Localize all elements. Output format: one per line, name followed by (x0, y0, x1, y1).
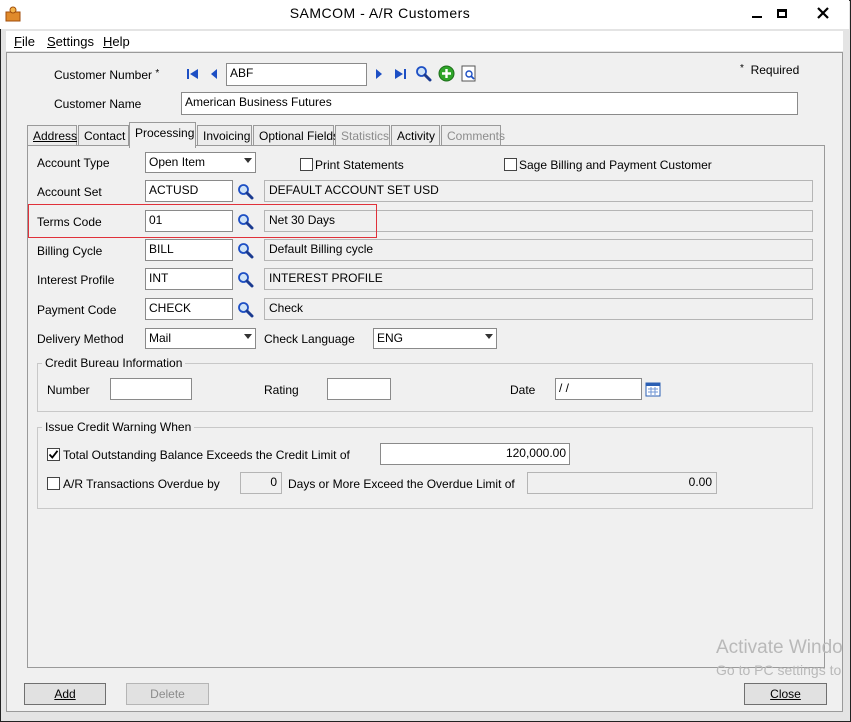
terms-code-highlight (28, 204, 377, 238)
next-record-button[interactable] (370, 65, 388, 83)
customer-finder-button[interactable] (414, 64, 432, 82)
tab-optional-fields[interactable]: Optional Fields (253, 125, 339, 147)
interest-profile-label: Interest Profile (37, 273, 115, 287)
tab-invoicing[interactable]: Invoicing (197, 125, 252, 147)
first-record-button[interactable] (184, 65, 202, 83)
search-icon (415, 65, 431, 81)
billing-cycle-description: Default Billing cycle (264, 239, 813, 261)
account-type-select[interactable]: Open Item (145, 152, 256, 173)
customer-name-label: Customer Name (54, 97, 142, 111)
delivery-method-label: Delivery Method (37, 332, 124, 346)
overdue-label: A/R Transactions Overdue by (63, 477, 220, 491)
credit-warning-title: Issue Credit Warning When (42, 420, 195, 434)
menu-help[interactable]: Help (103, 34, 130, 49)
bureau-number-input[interactable] (110, 378, 192, 400)
maximize-icon (777, 8, 787, 18)
bureau-date-label: Date (510, 383, 536, 397)
bureau-date-input[interactable]: / / (555, 378, 642, 400)
zoom-button[interactable] (460, 64, 478, 82)
print-statements-checkbox[interactable] (300, 158, 313, 171)
close-icon (817, 7, 829, 19)
account-set-description: DEFAULT ACCOUNT SET USD (264, 180, 813, 202)
sage-billing-label: Sage Billing and Payment Customer (519, 158, 712, 172)
previous-icon (211, 69, 217, 79)
sage-billing-checkbox[interactable] (504, 158, 517, 171)
check-language-select[interactable]: ENG (373, 328, 497, 349)
previous-record-button[interactable] (205, 65, 223, 83)
add-button[interactable]: Add (24, 683, 106, 705)
next-icon (376, 69, 382, 79)
calendar-button[interactable] (645, 381, 661, 400)
menu-bar (6, 31, 843, 51)
account-set-finder[interactable] (236, 182, 254, 200)
search-icon (237, 242, 253, 258)
overdue-days-label: Days or More Exceed the Overdue Limit of (288, 477, 515, 491)
account-set-input[interactable]: ACTUSD (145, 180, 233, 202)
tab-processing[interactable]: Processing (129, 122, 196, 148)
tab-activity[interactable]: Activity (391, 125, 440, 147)
credit-limit-input[interactable]: 120,000.00 (380, 443, 570, 465)
credit-warning-group (37, 427, 813, 509)
billing-cycle-finder[interactable] (236, 241, 254, 259)
calendar-icon (645, 382, 661, 397)
payment-code-description: Check (264, 298, 813, 320)
menu-settings[interactable]: Settings (47, 34, 94, 49)
tab-statistics: Statistics (335, 125, 390, 147)
menu-file[interactable]: File (14, 34, 35, 49)
required-note: * Required (740, 63, 800, 77)
delete-button: Delete (126, 683, 209, 705)
close-window-button[interactable] (808, 2, 838, 24)
add-icon (438, 65, 454, 81)
billing-cycle-input[interactable]: BILL (145, 239, 233, 261)
delivery-method-select[interactable]: Mail (145, 328, 256, 349)
payment-code-finder[interactable] (236, 300, 254, 318)
interest-profile-input[interactable]: INT (145, 268, 233, 290)
overdue-checkbox[interactable] (47, 477, 60, 490)
minimize-icon (752, 16, 762, 18)
overdue-days-input: 0 (240, 472, 282, 494)
last-record-button[interactable] (391, 65, 409, 83)
bureau-rating-input[interactable] (327, 378, 391, 400)
account-type-label: Account Type (37, 156, 110, 170)
credit-bureau-title: Credit Bureau Information (42, 356, 186, 370)
bureau-number-label: Number (47, 383, 90, 397)
search-icon (237, 271, 253, 287)
chevron-down-icon (244, 158, 252, 163)
check-language-label: Check Language (264, 332, 355, 346)
chevron-down-icon (485, 334, 493, 339)
payment-code-input[interactable]: CHECK (145, 298, 233, 320)
total-balance-checkbox[interactable] (47, 448, 60, 461)
checkmark-icon (48, 450, 59, 459)
billing-cycle-label: Billing Cycle (37, 244, 103, 258)
overdue-limit-input: 0.00 (527, 472, 717, 494)
tab-comments: Comments (441, 125, 505, 147)
tab-contact[interactable]: Contact (78, 125, 129, 147)
total-balance-label: Total Outstanding Balance Exceeds the Cr… (63, 448, 350, 462)
payment-code-label: Payment Code (37, 303, 117, 317)
print-statements-label: Print Statements (315, 158, 404, 172)
search-icon (237, 183, 253, 199)
first-icon (187, 69, 198, 79)
interest-profile-finder[interactable] (236, 270, 254, 288)
account-set-label: Account Set (37, 185, 102, 199)
window-title: SAMCOM - A/R Customers (289, 5, 471, 21)
search-icon (237, 301, 253, 317)
tab-address[interactable]: Address (27, 125, 77, 147)
new-customer-button[interactable] (437, 64, 455, 82)
chevron-down-icon (244, 334, 252, 339)
customer-number-input[interactable]: ABF (226, 63, 367, 86)
activation-watermark-subtitle: Go to PC settings to (716, 662, 842, 678)
customer-number-label: Customer Number * (54, 68, 160, 82)
maximize-button[interactable] (767, 2, 797, 24)
close-button[interactable]: Close (744, 683, 827, 705)
bureau-rating-label: Rating (264, 383, 299, 397)
interest-profile-description: INTEREST PROFILE (264, 268, 813, 290)
last-icon (395, 69, 406, 79)
document-zoom-icon (461, 65, 476, 81)
activation-watermark-title: Activate Windo (716, 637, 843, 658)
customer-name-input[interactable]: American Business Futures (181, 92, 798, 115)
